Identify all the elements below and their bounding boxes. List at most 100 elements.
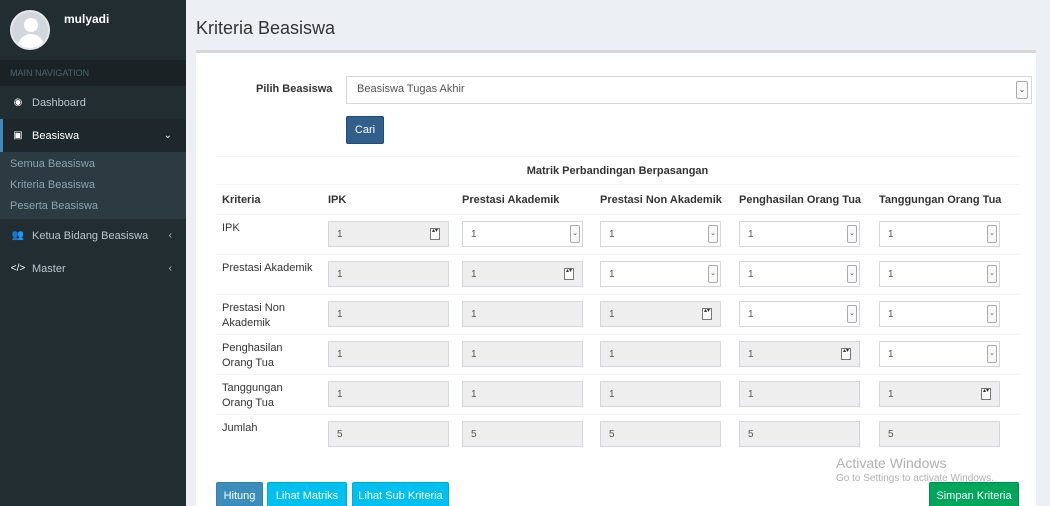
diagonal-number-input[interactable]: 1 ▴▾ — [739, 341, 860, 367]
column-header: Kriteria — [216, 184, 322, 215]
readonly-field: 1 — [462, 381, 583, 407]
comparison-select[interactable]: 1 ⌄ — [739, 261, 860, 287]
pilih-beasiswa-label: Pilih Beasiswa — [256, 83, 333, 95]
spinner-icon[interactable]: ▴▾ — [430, 228, 440, 240]
cell-value: 1 — [337, 269, 343, 280]
cell-value: 1 — [337, 229, 343, 240]
row-label: Tanggungan Orang Tua — [222, 382, 283, 409]
beasiswa-select-value: Beasiswa Tugas Akhir — [357, 83, 465, 95]
sidebar-item-ketua-bidang[interactable]: 👥 Ketua Bidang Beasiswa ‹ — [0, 219, 186, 252]
comparison-select[interactable]: 1 ⌄ — [739, 221, 860, 247]
code-icon: </> — [10, 263, 26, 274]
table-row: Tanggungan Orang Tua 1 1 1 1 1 ▴▾ — [216, 374, 1019, 415]
cell-value: 1 — [337, 309, 343, 320]
row-label: IPK — [222, 222, 240, 234]
users-icon: 👥 — [11, 230, 25, 241]
comparison-select[interactable]: 1 ⌄ — [600, 261, 721, 287]
cell-value: 5 — [471, 429, 477, 440]
readonly-field: 1 — [328, 341, 449, 367]
lihat-matriks-button[interactable]: Lihat Matriks — [267, 482, 347, 506]
column-header: Prestasi Non Akademik — [594, 184, 733, 215]
chevron-down-icon: ⌄ — [847, 305, 857, 323]
sidebar-item-beasiswa[interactable]: ▣ Beasiswa ⌄ — [0, 119, 186, 152]
cell-value: 1 — [748, 269, 754, 280]
simpan-kriteria-button[interactable]: Simpan Kriteria — [929, 482, 1019, 506]
readonly-field: 1 — [739, 381, 860, 407]
column-header: Tanggungan Orang Tua — [873, 184, 1019, 215]
diagonal-number-input[interactable]: 1 ▴▾ — [879, 381, 1000, 407]
chevron-left-icon: ‹ — [168, 230, 172, 241]
avatar — [10, 10, 50, 50]
page-title: Kriteria Beasiswa — [196, 18, 336, 38]
comparison-select[interactable]: 1 ⌄ — [739, 301, 860, 327]
sum-field: 5 — [600, 421, 721, 447]
row-label: Prestasi Non Akademik — [222, 302, 285, 329]
submenu-item-semua-beasiswa[interactable]: Semua Beasiswa — [0, 154, 186, 175]
spinner-icon[interactable]: ▴▾ — [841, 348, 851, 360]
sidebar-item-label: Beasiswa — [32, 129, 80, 142]
chevron-down-icon: ⌄ — [163, 130, 172, 141]
table-row: IPK 1 ▴▾ 1 ⌄ 1 ⌄ 1 ⌄ 1 ⌄ — [216, 214, 1019, 255]
diagonal-number-input[interactable]: 1 ▴▾ — [600, 301, 721, 327]
comparison-select[interactable]: 1 ⌄ — [879, 341, 1000, 367]
cell-value: 5 — [888, 429, 894, 440]
cell-value: 1 — [471, 229, 477, 240]
spinner-icon[interactable]: ▴▾ — [702, 308, 712, 320]
submenu-item-kriteria-beasiswa[interactable]: Kriteria Beasiswa — [0, 175, 186, 196]
sidebar: mulyadi MAIN NAVIGATION ◉ Dashboard ▣ Be… — [0, 0, 186, 506]
cell-value: 1 — [337, 349, 343, 360]
diagonal-number-input[interactable]: 1 ▴▾ — [462, 261, 583, 287]
matrix-title: Matrik Perbandingan Berpasangan — [216, 156, 1019, 185]
table-row: Prestasi Akademik 1 1 ▴▾ 1 ⌄ 1 ⌄ 1 ⌄ — [216, 254, 1019, 295]
comparison-select[interactable]: 1 ⌄ — [879, 301, 1000, 327]
submenu-item-peserta-beasiswa[interactable]: Peserta Beasiswa — [0, 196, 186, 217]
column-header: Prestasi Akademik — [456, 184, 594, 215]
readonly-field: 1 — [600, 381, 721, 407]
comparison-select[interactable]: 1 ⌄ — [879, 261, 1000, 287]
comparison-select[interactable]: 1 ⌄ — [879, 221, 1000, 247]
watermark-line1: Activate Windows — [836, 455, 947, 471]
content-box: Pilih Beasiswa Beasiswa Tugas Akhir ⌄ Ca… — [196, 50, 1036, 506]
comparison-select[interactable]: 1 ⌄ — [462, 221, 583, 247]
cell-value: 5 — [748, 429, 754, 440]
cari-button[interactable]: Cari — [346, 116, 384, 144]
lihat-sub-kriteria-button[interactable]: Lihat Sub Kriteria — [352, 482, 449, 506]
cell-value: 1 — [888, 269, 894, 280]
cell-value: 1 — [471, 349, 477, 360]
sum-field: 5 — [879, 421, 1000, 447]
dashboard-icon: ◉ — [13, 97, 23, 108]
beasiswa-select[interactable]: Beasiswa Tugas Akhir ⌄ — [346, 76, 1032, 104]
spinner-icon[interactable]: ▴▾ — [564, 268, 574, 280]
readonly-field: 1 — [462, 301, 583, 327]
comparison-select[interactable]: 1 ⌄ — [600, 221, 721, 247]
sum-field: 5 — [328, 421, 449, 447]
cell-value: 5 — [337, 429, 343, 440]
activate-windows-watermark: Activate Windows Go to Settings to activ… — [836, 455, 994, 484]
cell-value: 1 — [609, 229, 615, 240]
sidebar-item-label: Master — [32, 262, 66, 275]
sidebar-item-dashboard[interactable]: ◉ Dashboard — [0, 86, 186, 119]
cell-value: 1 — [471, 389, 477, 400]
sidebar-item-master[interactable]: </> Master ‹ — [0, 252, 186, 285]
sum-field: 5 — [462, 421, 583, 447]
hitung-button[interactable]: Hitung — [216, 482, 263, 506]
spinner-icon[interactable]: ▴▾ — [981, 388, 991, 400]
column-header: IPK — [322, 184, 456, 215]
chevron-down-icon: ⌄ — [1016, 81, 1028, 99]
readonly-field: 1 — [328, 381, 449, 407]
readonly-field: 1 — [328, 261, 449, 287]
cell-value: 1 — [748, 349, 754, 360]
cell-value: 1 — [748, 229, 754, 240]
watermark-line2: Go to Settings to activate Windows. — [836, 473, 994, 484]
chevron-down-icon: ⌄ — [987, 305, 997, 323]
cell-value: 1 — [888, 229, 894, 240]
sum-field: 5 — [739, 421, 860, 447]
sidebar-item-label: Ketua Bidang Beasiswa — [32, 229, 149, 242]
diagonal-number-input[interactable]: 1 ▴▾ — [328, 221, 449, 247]
cell-value: 1 — [471, 309, 477, 320]
cell-value: 1 — [609, 349, 615, 360]
cell-value: 1 — [748, 309, 754, 320]
row-label: Penghasilan Orang Tua — [222, 342, 283, 369]
row-label: Jumlah — [222, 422, 258, 434]
chevron-left-icon: ‹ — [168, 263, 172, 274]
